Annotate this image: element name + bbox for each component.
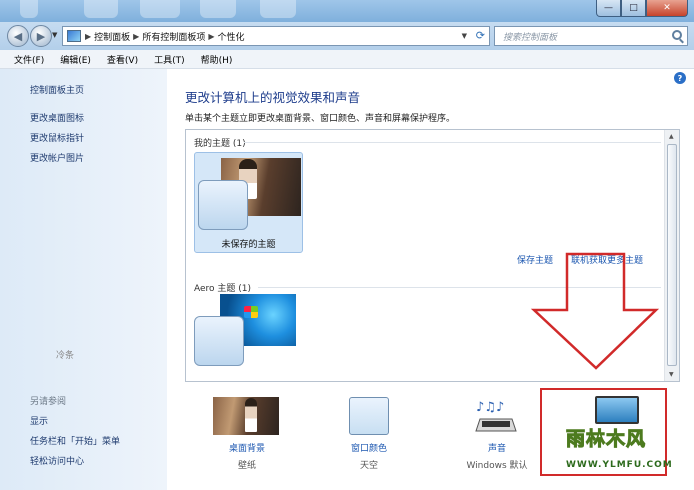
glass-reflection (260, 0, 296, 18)
help-icon[interactable]: ? (674, 72, 686, 84)
unsaved-theme-tile[interactable]: 未保存的主题 (194, 152, 303, 253)
scroll-up-icon[interactable]: ▲ (669, 133, 674, 140)
sounds-item[interactable]: 声音 Windows 默认 (453, 441, 541, 471)
page-title: 更改计算机上的视觉效果和声音 (185, 90, 361, 105)
menu-file[interactable]: 文件(F) (14, 53, 44, 66)
see-also-heading: 另请参阅 (30, 397, 67, 407)
watermark-url: WWW.YLMFU.COM (566, 460, 673, 470)
wallpaper-person-image (245, 398, 257, 432)
sounds-label[interactable]: 声音 (453, 441, 541, 454)
address-row: ◀ ▶ ▼ ▶ 控制面板 ▶ 所有控制面板项 ▶ 个性化 ▼ ⟳ 搜索控制面板 (0, 22, 694, 50)
window-controls: — □ ✕ (596, 0, 688, 17)
back-arrow-icon: ◀ (13, 29, 23, 43)
watermark-text: 雨林木风 (565, 428, 647, 451)
theme-list-scrollbar[interactable]: ▲ ▼ (664, 130, 679, 381)
menu-tools[interactable]: 工具(T) (154, 53, 185, 66)
desktop-background-value: 壁纸 (237, 461, 256, 471)
refresh-icon[interactable]: ⟳ (476, 29, 485, 42)
control-panel-home-link[interactable]: 控制面板主页 (30, 83, 84, 96)
task-pane: 控制面板主页 更改桌面图标 更改鼠标指针 更改帐户图片 冷条 另请参阅 显示 任… (0, 69, 167, 490)
title-bar: — □ ✕ (0, 0, 694, 22)
glass-reflection (20, 0, 38, 18)
watermark-logo: 雨林木风 WWW.YLMFU.COM (562, 422, 690, 484)
breadcrumb-all-items[interactable]: 所有控制面板项 (142, 30, 205, 43)
control-panel-icon (67, 30, 81, 42)
glass-reflection (84, 0, 118, 18)
taskbar-start-menu-link[interactable]: 任务栏和「开始」菜单 (30, 434, 120, 447)
aero-color-swatch (194, 316, 244, 366)
menu-bar: 文件(F) 编辑(E) 查看(V) 工具(T) 帮助(H) (0, 50, 694, 69)
close-button[interactable]: ✕ (646, 0, 688, 17)
breadcrumb-control-panel[interactable]: 控制面板 (94, 30, 130, 43)
glass-reflection (140, 0, 180, 18)
search-placeholder: 搜索控制面板 (503, 32, 558, 43)
desktop-background-item[interactable]: 桌面背景 壁纸 (207, 441, 287, 471)
group-divider (244, 142, 661, 143)
display-link[interactable]: 显示 (30, 414, 48, 427)
window-color-label[interactable]: 窗口颜色 (329, 441, 409, 454)
recent-pages-dropdown[interactable]: ▼ (52, 31, 57, 39)
ease-of-access-link[interactable]: 轻松访问中心 (30, 454, 84, 467)
search-icon[interactable] (672, 30, 682, 40)
page-subtitle: 单击某个主题立即更改桌面背景、窗口颜色、声音和屏幕保护程序。 (185, 114, 456, 124)
address-bar[interactable]: ▶ 控制面板 ▶ 所有控制面板项 ▶ 个性化 ▼ ⟳ (62, 26, 490, 46)
scroll-down-icon[interactable]: ▼ (669, 371, 674, 378)
menu-view[interactable]: 查看(V) (107, 53, 138, 66)
breadcrumb-separator[interactable]: ▶ (208, 32, 214, 41)
glass-reflection (200, 0, 236, 18)
red-down-arrow-icon (530, 252, 660, 370)
sounds-icon[interactable]: ♪♫♪ (474, 397, 518, 437)
desktop-background-label[interactable]: 桌面背景 (207, 441, 287, 454)
unsaved-theme-name: 未保存的主题 (221, 240, 276, 250)
window-color-value: 天空 (359, 461, 378, 471)
change-account-picture-link[interactable]: 更改帐户图片 (30, 151, 84, 164)
maximize-button[interactable]: □ (621, 0, 646, 17)
breadcrumb-personalization[interactable]: 个性化 (218, 30, 245, 43)
my-themes-label: 我的主题 (1) (194, 139, 246, 149)
breadcrumb-separator[interactable]: ▶ (85, 32, 91, 41)
search-input[interactable]: 搜索控制面板 (494, 26, 688, 46)
aero-themes-label: Aero 主题 (1) (194, 284, 252, 294)
windows-logo-icon (244, 306, 258, 318)
forward-button[interactable]: ▶ (30, 25, 52, 47)
window-color-icon[interactable] (349, 397, 389, 435)
back-button[interactable]: ◀ (7, 25, 29, 47)
menu-edit[interactable]: 编辑(E) (60, 53, 91, 66)
scrollbar-thumb[interactable] (667, 144, 677, 366)
minimize-button[interactable]: — (596, 0, 621, 17)
svg-text:♪♫♪: ♪♫♪ (476, 400, 504, 415)
theme-color-swatch (198, 180, 248, 230)
address-dropdown-icon[interactable]: ▼ (462, 32, 467, 40)
stray-text: 冷条 (56, 351, 75, 361)
sounds-value: Windows 默认 (466, 461, 528, 471)
breadcrumb-separator[interactable]: ▶ (133, 32, 139, 41)
change-desktop-icons-link[interactable]: 更改桌面图标 (30, 111, 84, 124)
menu-help[interactable]: 帮助(H) (201, 53, 233, 66)
change-mouse-pointers-link[interactable]: 更改鼠标指针 (30, 131, 84, 144)
window-color-item[interactable]: 窗口颜色 天空 (329, 441, 409, 471)
forward-arrow-icon: ▶ (36, 29, 46, 43)
